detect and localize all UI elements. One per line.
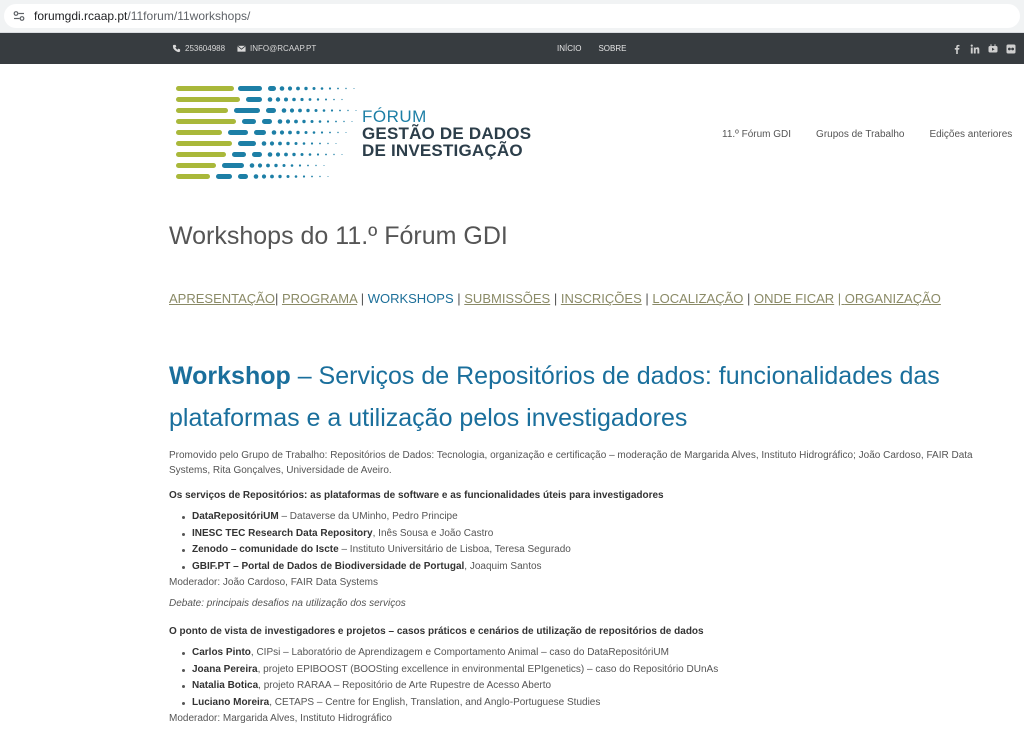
list-item-name: INESC TEC Research Data Repository [192,527,373,539]
main-nav-edicoes-anteriores[interactable]: Edições anteriores [929,129,1012,140]
main-nav-grupos-trabalho[interactable]: Grupos de Trabalho [816,129,904,140]
list-item: Natalia Botica, projeto RARAA – Repositó… [182,678,1014,695]
list-item-detail: , projeto EPIBOOST (BOOSting excellence … [257,663,719,675]
workshop-title: Workshop – Serviços de Repositórios de d… [169,355,1014,439]
linkedin-icon[interactable] [970,44,980,54]
list-item: Zenodo – comunidade do Iscte – Instituto… [182,542,1014,559]
nav-separator: | [357,291,368,306]
nav-separator: | [743,291,754,306]
email-address: INFO@RCAAP.PT [250,44,317,53]
logo-wordmark[interactable]: FÓRUM GESTÃO DE DADOS DE INVESTIGAÇÃO [362,108,531,159]
contact-info: 253604988 INFO@RCAAP.PT [172,33,316,64]
list-item-name: Joana Pereira [192,663,258,675]
section-nav-submissoes[interactable]: SUBMISSÕES [464,291,550,306]
section2-heading: O ponto de vista de investigadores e pro… [169,626,704,637]
main-nav: 11.º Fórum GDI Grupos de Trabalho Ediçõe… [722,129,1012,140]
list-item-detail: , CETAPS – Centre for English, Translati… [269,696,601,708]
list-item-detail: , CIPsi – Laboratório de Aprendizagem e … [250,647,669,658]
social-links [952,33,1016,64]
envelope-icon [237,45,246,52]
list-item-detail: , projeto RARAA – Repositório de Arte Ru… [258,680,552,691]
list-item: Carlos Pinto, CIPsi – Laboratório de Apr… [182,645,1014,662]
phone-link[interactable]: 253604988 [172,44,225,53]
top-nav: INÍCIO SOBRE [557,33,626,64]
section1-heading: Os serviços de Repositórios: as platafor… [169,490,664,501]
nav-separator: | [274,291,282,306]
nav-separator: | [641,291,653,306]
youtube-icon[interactable] [988,43,998,54]
site-info-icon[interactable] [12,9,26,23]
list-item: GBIF.PT – Portal de Dados de Biodiversid… [182,559,1014,576]
section1-debate: Debate: principais desafios na utilizaçã… [169,598,406,609]
section1-moderator: Moderador: João Cardoso, FAIR Data Syste… [169,577,378,588]
workshop-content: Promovido pelo Grupo de Trabalho: Reposi… [169,448,1014,732]
url-field[interactable]: forumgdi.rcaap.pt/11forum/11workshops/ [4,4,1020,28]
top-nav-sobre[interactable]: SOBRE [598,44,626,53]
section2-list: Carlos Pinto, CIPsi – Laboratório de Apr… [169,645,1014,711]
logo-line-gestao: GESTÃO DE DADOS [362,124,532,143]
list-item: Joana Pereira, projeto EPIBOOST (BOOStin… [182,662,1014,679]
section-nav-inscricoes[interactable]: INSCRIÇÕES [561,291,642,306]
section-nav-onde-ficar[interactable]: ONDE FICAR [754,291,834,306]
list-item-name: Natalia Botica [192,680,259,691]
list-item-detail: , Inês Sousa e João Castro [372,527,494,539]
top-bar: 253604988 INFO@RCAAP.PT INÍCIO SOBRE [0,33,1024,64]
section2-moderator: Moderador: Margarida Alves, Instituto Hi… [169,713,392,724]
list-item: Luciano Moreira, CETAPS – Centre for Eng… [182,695,1014,712]
url-text: forumgdi.rcaap.pt/11forum/11workshops/ [34,9,250,23]
page-title: Workshops do 11.º Fórum GDI [169,222,508,250]
url-domain: forumgdi.rcaap.pt [34,9,128,23]
phone-number: 253604988 [185,44,226,53]
logo-line-forum: FÓRUM [362,107,427,126]
workshop-title-strong: Workshop [169,362,291,390]
email-link[interactable]: INFO@RCAAP.PT [237,44,316,53]
section-nav-workshops[interactable]: WORKSHOPS [368,291,454,306]
flickr-icon[interactable] [1006,44,1016,54]
section-nav-apresentacao[interactable]: APRESENTAÇÃO [169,291,275,306]
list-item-name: GBIF.PT – Portal de Dados de Biodiversid… [192,560,465,572]
url-path: /11forum/11workshops/ [127,9,251,23]
list-item-detail: – Instituto Universitário de Lisboa, Ter… [338,544,571,555]
forum-gdi-logo[interactable] [176,85,376,183]
main-nav-11-forum[interactable]: 11.º Fórum GDI [722,129,791,140]
section-nav-organizacao-label: ORGANIZAÇÃO [844,291,941,306]
section-nav: APRESENTAÇÃO| PROGRAMA | WORKSHOPS | SUB… [169,291,941,306]
list-item-name: DataRepositóriUM [192,511,279,522]
section-nav-localizacao[interactable]: LOCALIZAÇÃO [652,291,743,306]
list-item: DataRepositóriUM – Dataverse da UMinho, … [182,509,1014,526]
section-nav-programa[interactable]: PROGRAMA [282,291,357,306]
section-nav-organizacao[interactable]: | ORGANIZAÇÃO [838,291,941,306]
phone-icon [172,44,181,53]
list-item-name: Zenodo – comunidade do Iscte [192,544,339,555]
list-item-detail: – Dataverse da UMinho, Pedro Principe [278,511,458,522]
list-item-name: Luciano Moreira [192,696,270,708]
list-item: INESC TEC Research Data Repository, Inês… [182,526,1014,543]
list-item-detail: , Joaquim Santos [464,560,542,572]
browser-address-bar: forumgdi.rcaap.pt/11forum/11workshops/ [0,0,1024,33]
logo-line-investigacao: DE INVESTIGAÇÃO [362,141,523,160]
facebook-icon[interactable] [952,44,962,54]
nav-separator: | [453,291,465,306]
list-item-name: Carlos Pinto [192,647,251,658]
nav-separator: | [550,291,561,306]
promo-text: Promovido pelo Grupo de Trabalho: Reposi… [169,450,973,476]
section1-list: DataRepositóriUM – Dataverse da UMinho, … [169,509,1014,575]
top-nav-inicio[interactable]: INÍCIO [557,44,581,53]
